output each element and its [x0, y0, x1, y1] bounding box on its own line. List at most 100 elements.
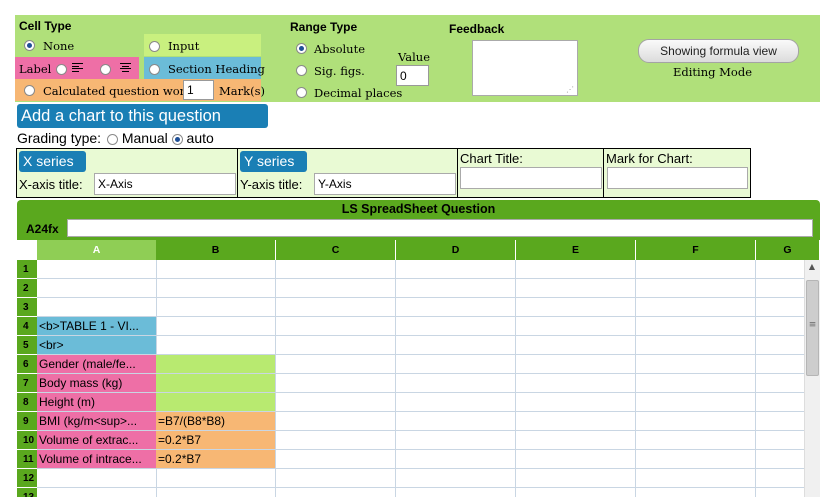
sheet-cell[interactable]: [516, 317, 636, 336]
sheet-cell[interactable]: [516, 279, 636, 298]
row-header[interactable]: 12: [17, 469, 37, 488]
sheet-cell[interactable]: [516, 469, 636, 488]
sheet-cell[interactable]: [636, 412, 756, 431]
range-decimal-radio[interactable]: [296, 85, 307, 99]
sheet-cell[interactable]: [636, 317, 756, 336]
sheet-cell[interactable]: [276, 393, 396, 412]
sheet-cell[interactable]: [516, 393, 636, 412]
sheet-cell[interactable]: [396, 260, 516, 279]
sheet-cell[interactable]: [156, 393, 276, 412]
sheet-cell[interactable]: [37, 260, 157, 279]
grading-manual-radio[interactable]: [106, 133, 118, 145]
sheet-cell[interactable]: [636, 469, 756, 488]
sheet-cell[interactable]: [516, 298, 636, 317]
sheet-cell[interactable]: [396, 298, 516, 317]
sheet-cell[interactable]: [276, 469, 396, 488]
sheet-cell[interactable]: [516, 450, 636, 469]
range-value-input[interactable]: [396, 65, 429, 86]
sheet-cell[interactable]: Body mass (kg): [37, 374, 157, 393]
sheet-cell[interactable]: [516, 431, 636, 450]
sheet-cell[interactable]: [276, 298, 396, 317]
row-header[interactable]: 5: [17, 336, 37, 355]
sheet-cell[interactable]: Volume of intrace...: [37, 450, 157, 469]
sheet-cell[interactable]: [276, 412, 396, 431]
sheet-cell[interactable]: [276, 431, 396, 450]
sheet-cell[interactable]: [516, 412, 636, 431]
sheet-cell[interactable]: [396, 279, 516, 298]
row-header[interactable]: 6: [17, 355, 37, 374]
sheet-cell[interactable]: [276, 279, 396, 298]
sheet-cell[interactable]: Volume of extrac...: [37, 431, 157, 450]
column-header-e[interactable]: E: [516, 240, 636, 260]
range-sigfigs-radio[interactable]: [296, 63, 307, 77]
row-header[interactable]: 3: [17, 298, 37, 317]
sheet-cell[interactable]: [156, 336, 276, 355]
sheet-cell[interactable]: [276, 355, 396, 374]
row-header[interactable]: 7: [17, 374, 37, 393]
grading-auto-radio[interactable]: [171, 133, 183, 145]
sheet-cell[interactable]: [276, 374, 396, 393]
mark-chart-input[interactable]: [607, 167, 748, 189]
column-header-b[interactable]: B: [156, 240, 276, 260]
sheet-cell[interactable]: [156, 317, 276, 336]
sheet-cell[interactable]: =0.2*B7: [156, 450, 276, 469]
column-header-d[interactable]: D: [396, 240, 516, 260]
sheet-cell[interactable]: [276, 317, 396, 336]
sheet-cell[interactable]: [516, 488, 636, 497]
x-axis-input[interactable]: [94, 173, 236, 195]
add-chart-button[interactable]: Add a chart to this question: [17, 104, 268, 128]
feedback-textarea[interactable]: [472, 40, 578, 96]
row-header[interactable]: 11: [17, 450, 37, 469]
x-series-button[interactable]: X series: [19, 151, 86, 172]
row-header[interactable]: 2: [17, 279, 37, 298]
scroll-up-icon[interactable]: ▲: [804, 262, 820, 271]
row-header[interactable]: 4: [17, 317, 37, 336]
sheet-cell[interactable]: [636, 374, 756, 393]
row-header[interactable]: 8: [17, 393, 37, 412]
sheet-cell[interactable]: Gender (male/fe...: [37, 355, 157, 374]
sheet-cell[interactable]: [396, 355, 516, 374]
row-header[interactable]: 1: [17, 260, 37, 279]
sheet-cell[interactable]: [396, 374, 516, 393]
sheet-cell[interactable]: [396, 488, 516, 497]
sheet-cell[interactable]: [516, 355, 636, 374]
cell-type-input-radio[interactable]: [149, 39, 160, 53]
sheet-cell[interactable]: [396, 469, 516, 488]
sheet-cell[interactable]: [276, 336, 396, 355]
sheet-cell[interactable]: [156, 260, 276, 279]
sheet-cell[interactable]: [156, 374, 276, 393]
sheet-cell[interactable]: [636, 393, 756, 412]
sheet-cell[interactable]: [636, 279, 756, 298]
sheet-cell[interactable]: [636, 431, 756, 450]
sheet-cell[interactable]: [636, 336, 756, 355]
sheet-cell[interactable]: [156, 298, 276, 317]
range-absolute-radio[interactable]: [296, 41, 307, 55]
column-header-c[interactable]: C: [276, 240, 396, 260]
cell-type-label-left-radio[interactable]: [56, 62, 67, 76]
sheet-cell[interactable]: [516, 260, 636, 279]
sheet-cell[interactable]: =B7/(B8*B8): [156, 412, 276, 431]
row-header[interactable]: 9: [17, 412, 37, 431]
sheet-cell[interactable]: [276, 450, 396, 469]
cell-type-calc-radio[interactable]: [24, 83, 35, 97]
column-header-g[interactable]: G: [756, 240, 820, 260]
sheet-cell[interactable]: [37, 469, 157, 488]
sheet-cell[interactable]: BMI (kg/m<sup>...: [37, 412, 157, 431]
sheet-cell[interactable]: Height (m): [37, 393, 157, 412]
sheet-cell[interactable]: [636, 355, 756, 374]
sheet-cell[interactable]: [156, 279, 276, 298]
sheet-cell[interactable]: [37, 279, 157, 298]
sheet-cell[interactable]: [636, 260, 756, 279]
sheet-cell[interactable]: [396, 393, 516, 412]
sheet-cell[interactable]: [396, 317, 516, 336]
column-header-a[interactable]: A: [37, 240, 157, 260]
sheet-cell[interactable]: <br>: [37, 336, 157, 355]
chart-title-input[interactable]: [460, 167, 602, 189]
column-header-f[interactable]: F: [636, 240, 756, 260]
sheet-cell[interactable]: [156, 488, 276, 497]
row-header[interactable]: 10: [17, 431, 37, 450]
sheet-cell[interactable]: [156, 469, 276, 488]
row-header[interactable]: 13: [17, 488, 37, 497]
formula-view-button[interactable]: Showing formula view: [638, 39, 799, 63]
marks-input[interactable]: [183, 80, 214, 100]
